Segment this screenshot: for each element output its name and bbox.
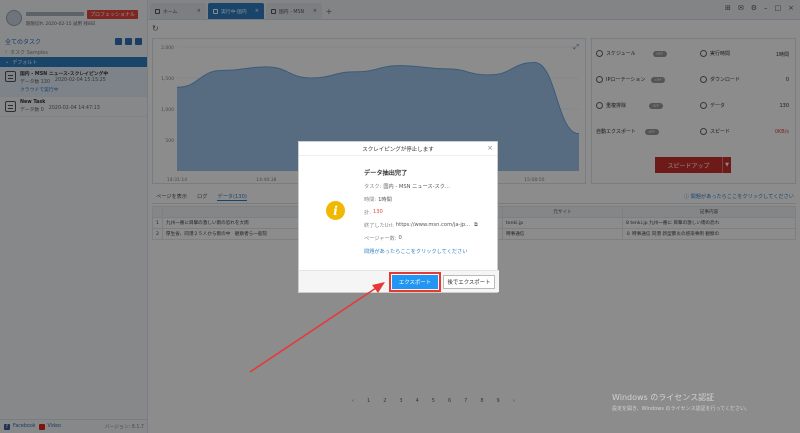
annotation-arrow bbox=[249, 282, 385, 373]
arrow-shaft bbox=[249, 285, 380, 373]
arrow-head bbox=[372, 282, 385, 293]
